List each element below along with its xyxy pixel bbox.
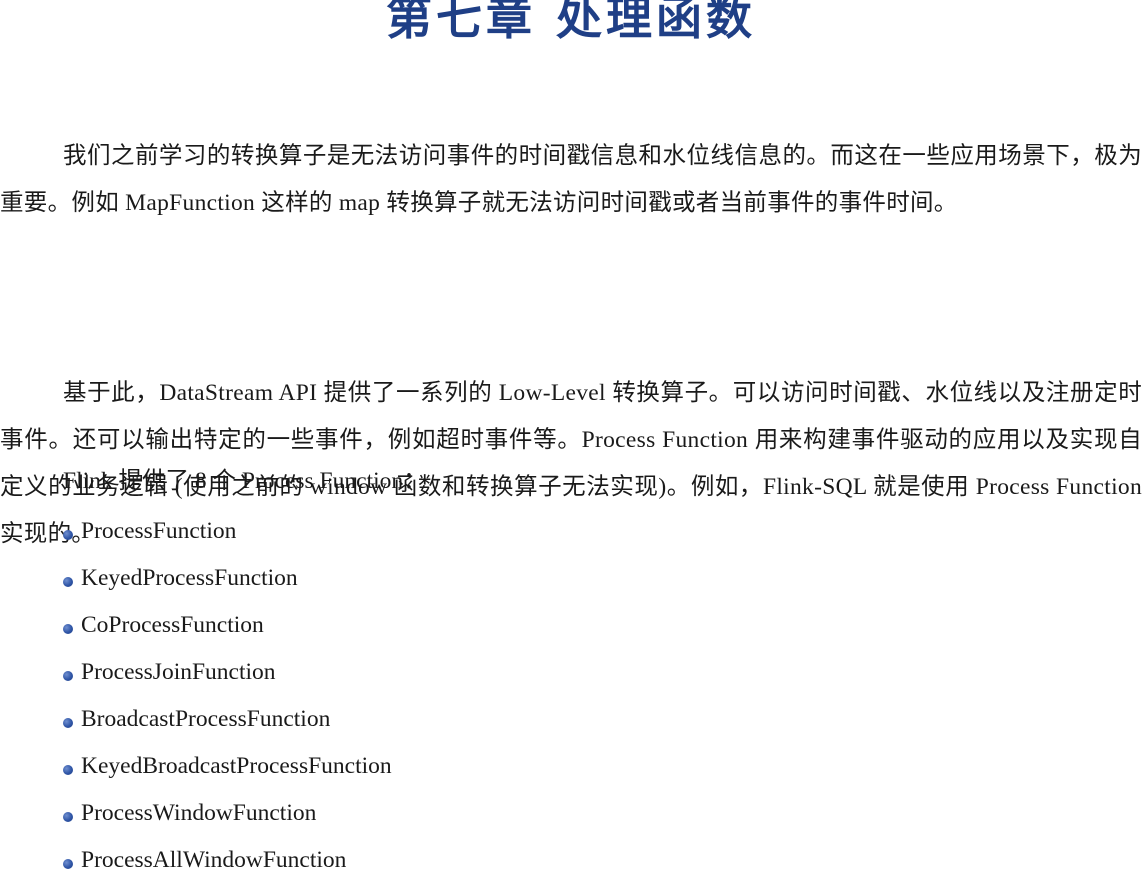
list-item: ProcessAllWindowFunction (63, 837, 392, 884)
bullet-icon (63, 812, 73, 822)
bullet-icon (63, 530, 73, 540)
list-item: KeyedProcessFunction (63, 555, 392, 602)
process-function-list: ProcessFunction KeyedProcessFunction CoP… (63, 508, 392, 884)
process-function-intro: Flink 提供了 8 个 Process Function： (63, 468, 427, 494)
list-item: ProcessWindowFunction (63, 790, 392, 837)
list-item: CoProcessFunction (63, 602, 392, 649)
bullet-icon (63, 765, 73, 775)
list-item-label: KeyedProcessFunction (81, 565, 298, 591)
bullet-icon (63, 577, 73, 587)
list-item-label: CoProcessFunction (81, 612, 264, 638)
list-item-label: ProcessWindowFunction (81, 800, 317, 826)
list-item-label: ProcessAllWindowFunction (81, 847, 347, 873)
list-item-label: KeyedBroadcastProcessFunction (81, 753, 392, 779)
list-item: ProcessFunction (63, 508, 392, 555)
list-item-label: ProcessFunction (81, 518, 237, 544)
bullet-icon (63, 718, 73, 728)
bullet-icon (63, 624, 73, 634)
list-item: BroadcastProcessFunction (63, 696, 392, 743)
list-item-label: ProcessJoinFunction (81, 659, 276, 685)
chapter-title: 第七章 处理函数 (385, 0, 756, 45)
bullet-icon (63, 671, 73, 681)
list-item: KeyedBroadcastProcessFunction (63, 743, 392, 790)
bullet-icon (63, 859, 73, 869)
paragraph-intro-limitations: 我们之前学习的转换算子是无法访问事件的时间戳信息和水位线信息的。而这在一些应用场… (0, 142, 1142, 216)
document-page: 第七章 处理函数 我们之前学习的转换算子是无法访问事件的时间戳信息和水位线信息的… (0, 0, 1142, 894)
list-item-label: BroadcastProcessFunction (81, 706, 331, 732)
list-item: ProcessJoinFunction (63, 649, 392, 696)
